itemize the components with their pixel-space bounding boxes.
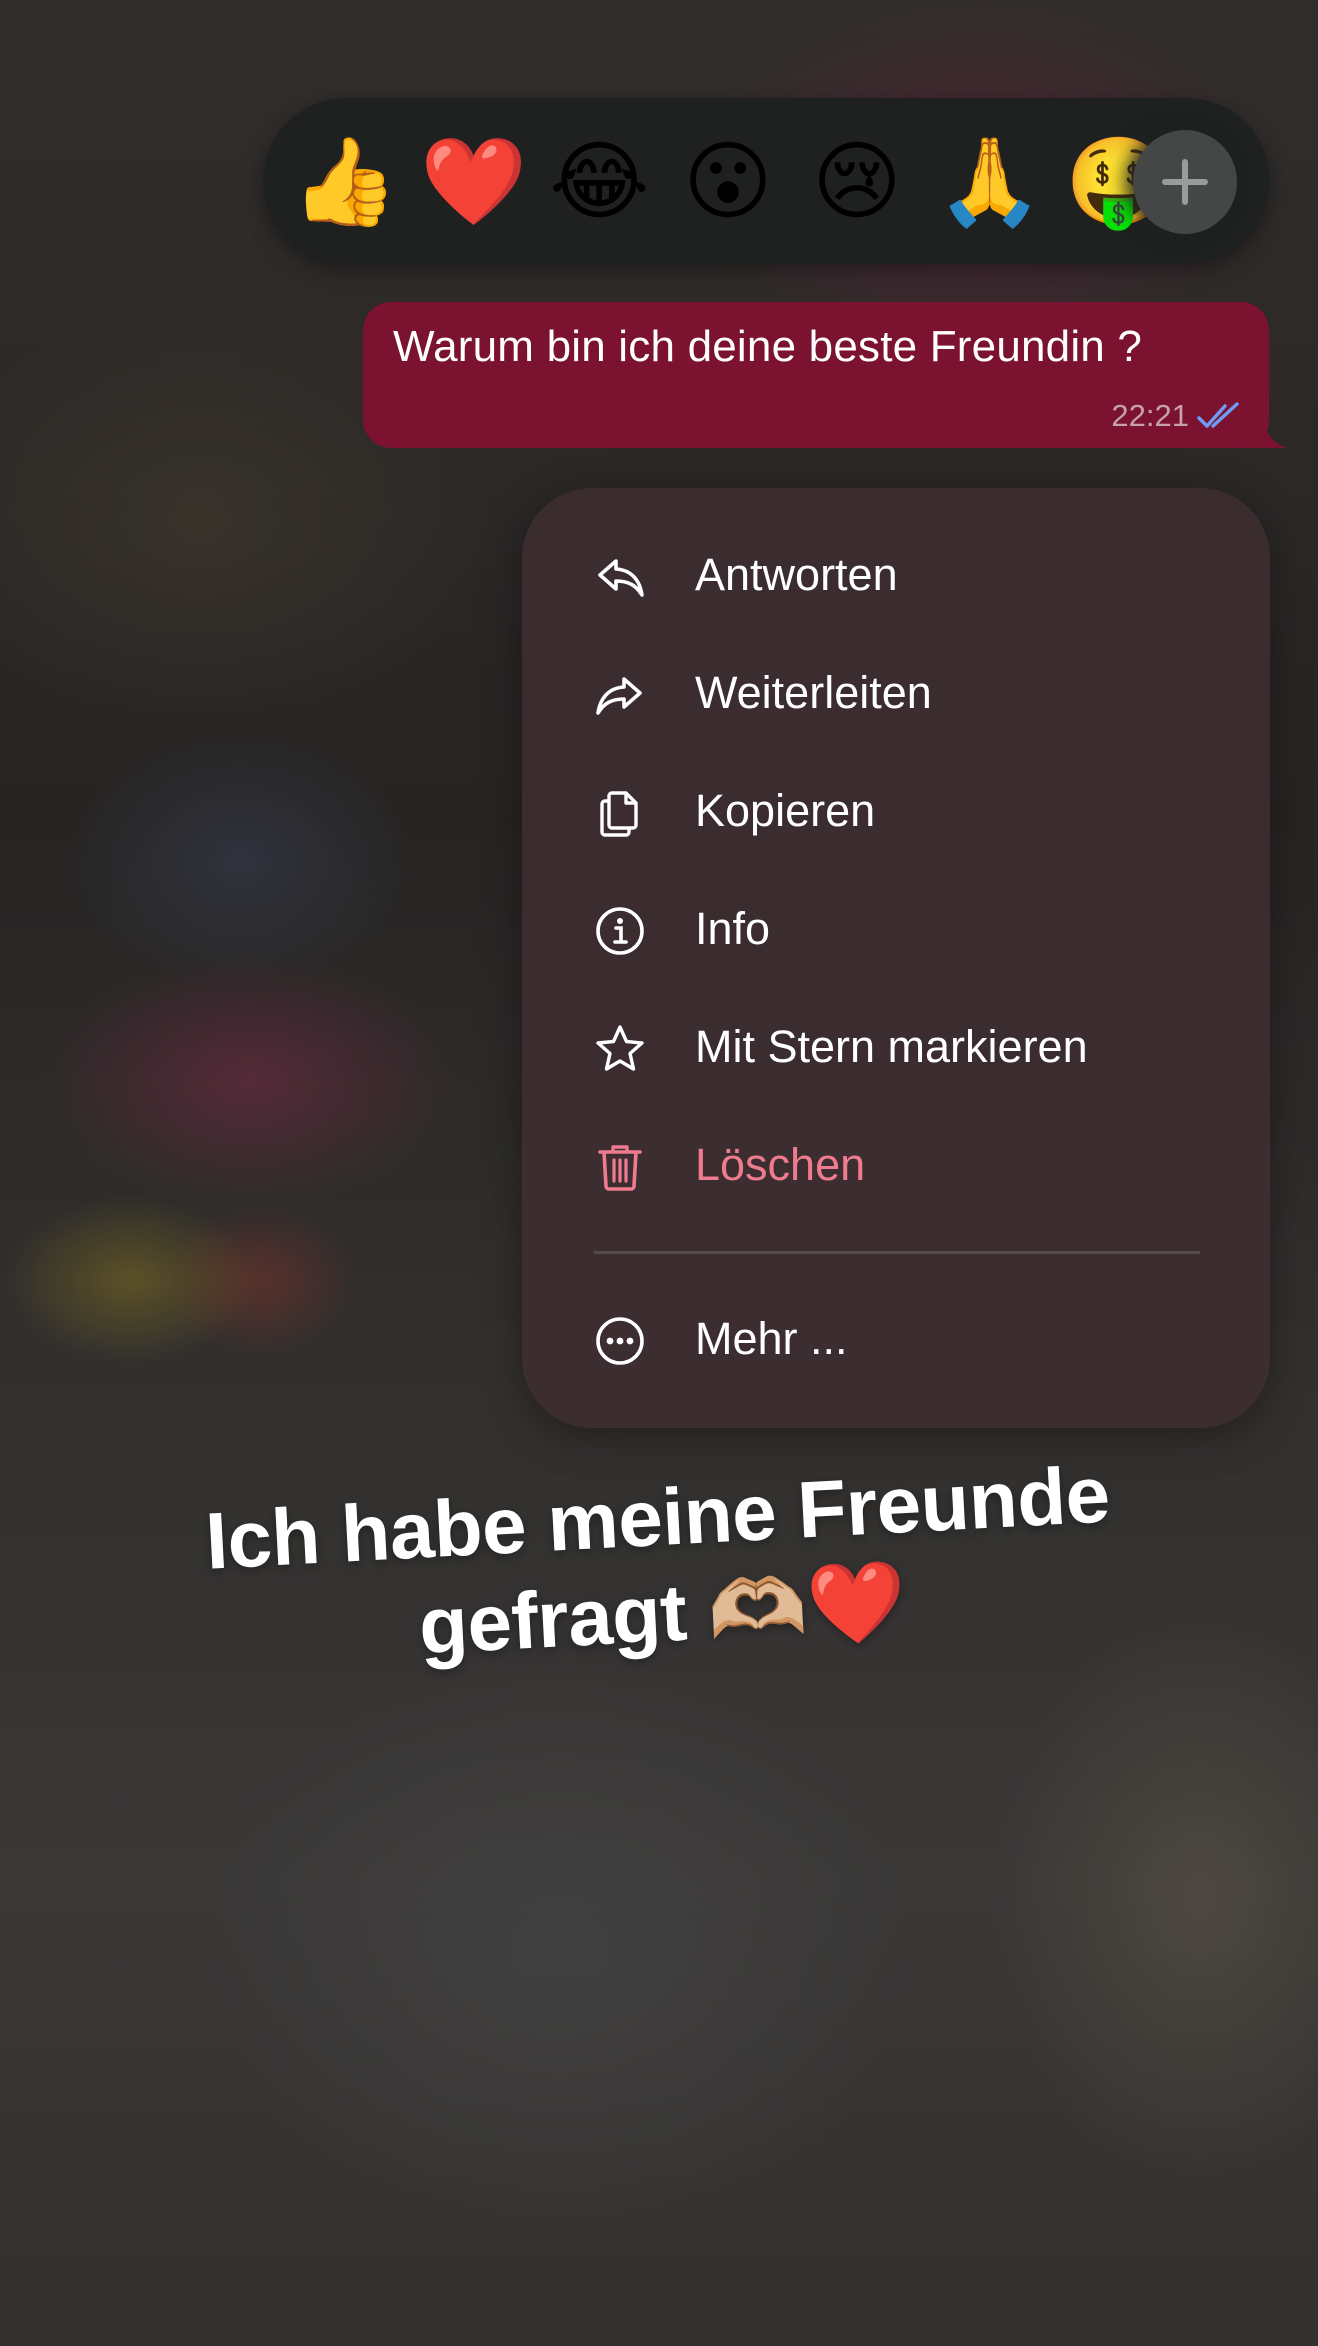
menu-label-info: Info [695,903,771,954]
menu-item-star[interactable]: Mit Stern markieren [522,999,1270,1099]
message-context-menu: Antworten Weiterleiten Kopieren Info Mit… [522,488,1270,1428]
reaction-surprised-face-icon[interactable]: 😮 [678,132,778,232]
menu-item-copy[interactable]: Kopieren [522,763,1270,863]
reaction-folded-hands-icon[interactable]: 🙏 [936,132,1043,232]
message-timestamp: 22:21 [1111,398,1189,433]
message-bubble[interactable]: Warum bin ich deine beste Freundin ? 22:… [363,302,1287,448]
reaction-red-heart-icon[interactable]: ❤️ [420,132,527,232]
bubble-tail [1247,408,1287,448]
reaction-tears-of-joy-icon[interactable]: 😂 [549,132,650,232]
message-meta: 22:21 [1111,398,1243,434]
menu-label-more: Mehr ... [695,1313,848,1364]
reaction-crying-face-icon[interactable]: 😢 [807,132,907,232]
more-icon [596,1317,644,1365]
menu-label-copy: Kopieren [695,785,876,836]
menu-label-reply: Antworten [695,549,898,600]
menu-label-forward: Weiterleiten [695,667,932,718]
double-check-read-icon [1197,402,1239,428]
menu-label-star: Mit Stern markieren [695,1021,1088,1072]
menu-item-forward[interactable]: Weiterleiten [522,645,1270,745]
menu-label-delete: Löschen [695,1139,866,1190]
menu-item-info[interactable]: Info [522,881,1270,981]
reaction-bar: 👍 ❤️ 😂 😮 😢 🙏 🤑 [263,98,1270,264]
menu-item-more[interactable]: Mehr ... [522,1291,1270,1391]
reaction-thumbs-up-icon[interactable]: 👍 [291,132,398,232]
menu-divider [594,1251,1200,1254]
reply-icon [598,559,644,597]
add-reaction-button[interactable] [1133,130,1237,234]
plus-icon [1162,159,1208,205]
message-text: Warum bin ich deine beste Freundin ? [393,322,1143,371]
copy-icon [600,791,638,837]
menu-item-delete[interactable]: Löschen [522,1117,1270,1217]
menu-item-reply[interactable]: Antworten [522,527,1270,627]
info-icon [596,907,644,955]
star-icon [596,1025,644,1071]
trash-icon [598,1145,642,1191]
forward-icon [596,677,642,715]
